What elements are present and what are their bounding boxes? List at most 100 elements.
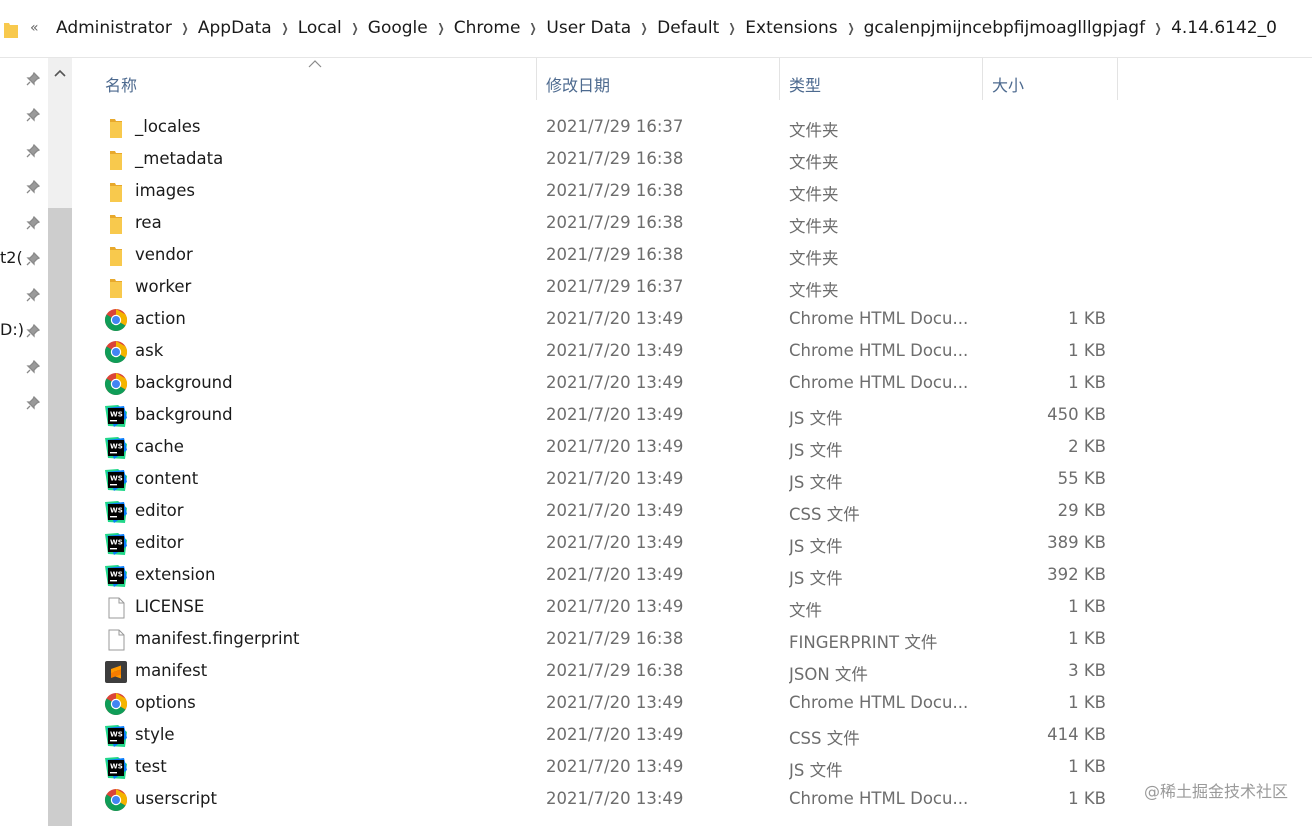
file-type: JS 文件 (789, 473, 843, 492)
file-row[interactable]: WS editor 2021/7/20 13:49 CSS 文件 29 KB (72, 496, 1312, 528)
pin-icon[interactable] (26, 180, 40, 194)
file-row[interactable]: WS editor 2021/7/20 13:49 JS 文件 389 KB (72, 528, 1312, 560)
breadcrumb-item[interactable]: Default (655, 18, 721, 38)
webstorm-icon: WS (104, 436, 128, 460)
file-date: 2021/7/29 16:38 (546, 245, 684, 264)
file-row[interactable]: _metadata 2021/7/29 16:38 文件夹 (72, 144, 1312, 176)
file-row[interactable]: vendor 2021/7/29 16:38 文件夹 (72, 240, 1312, 272)
file-row[interactable]: _locales 2021/7/29 16:37 文件夹 (72, 112, 1312, 144)
chevron-right-icon[interactable]: ❯ (725, 21, 740, 35)
file-row[interactable]: manifest 2021/7/29 16:38 JSON 文件 3 KB (72, 656, 1312, 688)
pin-icon[interactable] (26, 216, 40, 230)
breadcrumb-item[interactable]: AppData (196, 18, 274, 38)
chevron-right-icon[interactable]: ❯ (347, 21, 362, 35)
address-bar[interactable]: « Administrator ❯ AppData ❯ Local ❯ Goog… (0, 0, 1312, 58)
file-type: Chrome HTML Docu... (789, 373, 969, 392)
svg-text:WS: WS (110, 411, 123, 419)
nav-scrollbar[interactable] (48, 58, 72, 826)
file-size: 1 KB (1068, 309, 1106, 328)
chevron-up-icon[interactable] (54, 68, 66, 80)
file-size: 1 KB (1068, 341, 1106, 360)
chevron-right-icon[interactable]: ❯ (177, 21, 192, 35)
webstorm-icon: WS (104, 468, 128, 492)
pin-icon[interactable] (26, 72, 40, 86)
chevron-right-icon[interactable]: ❯ (277, 21, 292, 35)
breadcrumb-item[interactable]: Extensions (743, 18, 839, 38)
file-row[interactable]: worker 2021/7/29 16:37 文件夹 (72, 272, 1312, 304)
chevron-right-icon[interactable]: ❯ (526, 21, 541, 35)
scrollbar-thumb[interactable] (48, 208, 72, 826)
file-row[interactable]: images 2021/7/29 16:38 文件夹 (72, 176, 1312, 208)
breadcrumb-item[interactable]: Chrome (452, 18, 523, 38)
pin-icon[interactable] (26, 144, 40, 158)
pin-icon[interactable] (26, 324, 40, 338)
breadcrumb: Administrator ❯ AppData ❯ Local ❯ Google… (54, 18, 1279, 38)
column-divider[interactable] (1117, 58, 1118, 100)
pin-icon[interactable] (26, 396, 40, 410)
svg-text:WS: WS (110, 443, 123, 451)
file-name: userscript (135, 789, 217, 808)
nav-item-label[interactable]: D:) (0, 320, 24, 339)
breadcrumb-item[interactable]: Administrator (54, 18, 174, 38)
file-row[interactable]: ask 2021/7/20 13:49 Chrome HTML Docu... 1 K… (72, 336, 1312, 368)
file-row[interactable]: background 2021/7/20 13:49 Chrome HTML Doc… (72, 368, 1312, 400)
chrome-icon (104, 372, 128, 396)
column-divider[interactable] (536, 58, 537, 100)
column-size[interactable]: 大小 (992, 72, 1024, 96)
file-date: 2021/7/20 13:49 (546, 533, 684, 552)
column-divider[interactable] (779, 58, 780, 100)
file-date: 2021/7/20 13:49 (546, 789, 684, 808)
file-row[interactable]: options 2021/7/20 13:49 Chrome HTML Docu..… (72, 688, 1312, 720)
sublime-icon (104, 660, 128, 684)
file-row[interactable]: WS cache 2021/7/20 13:49 JS 文件 2 KB (72, 432, 1312, 464)
file-type: 文件 (789, 601, 822, 620)
column-name[interactable]: 名称 (105, 72, 137, 96)
file-name: editor (135, 533, 184, 552)
file-row[interactable]: rea 2021/7/29 16:38 文件夹 (72, 208, 1312, 240)
column-divider[interactable] (982, 58, 983, 100)
file-row[interactable]: userscript 2021/7/20 13:49 Chrome HTML Doc… (72, 784, 1312, 816)
breadcrumb-item[interactable]: Local (296, 18, 344, 38)
file-row[interactable]: WS content 2021/7/20 13:49 JS 文件 55 KB (72, 464, 1312, 496)
file-row[interactable]: action 2021/7/20 13:49 Chrome HTML Docu...… (72, 304, 1312, 336)
chevron-right-icon[interactable]: ❯ (1150, 21, 1165, 35)
chevron-right-icon[interactable]: ❯ (433, 21, 448, 35)
file-row[interactable]: manifest.fingerprint 2021/7/29 16:38 FINGE… (72, 624, 1312, 656)
file-name: test (135, 757, 167, 776)
pin-icon[interactable] (26, 288, 40, 302)
file-name: editor (135, 501, 184, 520)
file-date: 2021/7/20 13:49 (546, 469, 684, 488)
breadcrumb-overflow-button[interactable]: « (30, 20, 39, 36)
svg-text:WS: WS (110, 475, 123, 483)
file-type: JS 文件 (789, 569, 843, 588)
file-row[interactable]: WS extension 2021/7/20 13:49 JS 文件 392 KB (72, 560, 1312, 592)
column-type[interactable]: 类型 (789, 72, 821, 96)
file-date: 2021/7/29 16:37 (546, 277, 684, 296)
chevron-right-icon[interactable]: ❯ (843, 21, 858, 35)
breadcrumb-item[interactable]: Google (366, 18, 430, 38)
file-type: Chrome HTML Docu... (789, 789, 969, 808)
pin-icon[interactable] (26, 360, 40, 374)
nav-item-label[interactable]: t2( (0, 248, 23, 267)
column-date[interactable]: 修改日期 (546, 72, 610, 96)
file-row[interactable]: WS style 2021/7/20 13:49 CSS 文件 414 KB (72, 720, 1312, 752)
file-row[interactable]: WS test 2021/7/20 13:49 JS 文件 1 KB (72, 752, 1312, 784)
pin-icon[interactable] (26, 108, 40, 122)
file-date: 2021/7/29 16:37 (546, 117, 684, 136)
breadcrumb-item[interactable]: gcalenpjmijncebpfijmoaglllgpjagf (862, 18, 1147, 38)
file-size: 2 KB (1068, 437, 1106, 456)
svg-text:WS: WS (110, 763, 123, 771)
file-size: 1 KB (1068, 693, 1106, 712)
file-name: manifest (135, 661, 208, 680)
breadcrumb-item[interactable]: User Data (544, 18, 633, 38)
file-date: 2021/7/20 13:49 (546, 597, 684, 616)
file-row[interactable]: LICENSE 2021/7/20 13:49 文件 1 KB (72, 592, 1312, 624)
file-date: 2021/7/20 13:49 (546, 565, 684, 584)
pin-icon[interactable] (26, 252, 40, 266)
file-row[interactable]: WS background 2021/7/20 13:49 JS 文件 450 KB (72, 400, 1312, 432)
chevron-right-icon[interactable]: ❯ (636, 21, 651, 35)
breadcrumb-item-current[interactable]: 4.14.6142_0 (1169, 18, 1279, 38)
file-date: 2021/7/29 16:38 (546, 149, 684, 168)
file-date: 2021/7/20 13:49 (546, 693, 684, 712)
file-name: worker (135, 277, 192, 296)
